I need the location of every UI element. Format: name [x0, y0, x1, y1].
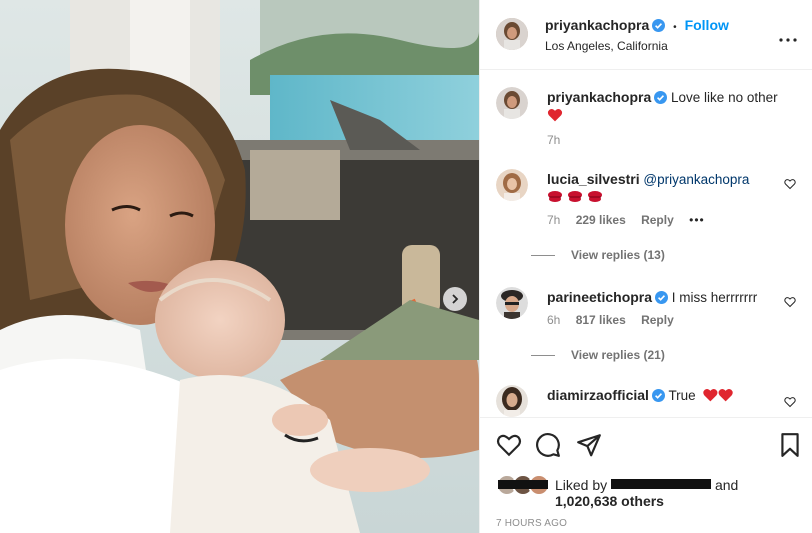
likers-avatars[interactable] [496, 474, 552, 496]
verified-badge-icon [652, 19, 666, 32]
reply-button[interactable]: Reply [641, 313, 674, 327]
avatar-image [496, 169, 528, 201]
next-photo-button[interactable] [443, 287, 467, 311]
commenter-avatar[interactable] [496, 385, 528, 417]
liked-by-text: Liked by and [555, 476, 738, 494]
commenter-username[interactable]: parineetichopra [547, 289, 652, 305]
heart-icon[interactable] [496, 432, 522, 458]
author-username[interactable]: priyankachopra [545, 17, 649, 33]
verified-badge-icon [654, 91, 668, 104]
post-actions: Liked by and 1,020,638 others 7 HOURS AG… [480, 417, 812, 533]
verified-badge-icon [651, 389, 665, 402]
avatar-image [496, 287, 528, 319]
replies-divider [531, 254, 555, 256]
comment-likes[interactable]: 229 likes [576, 213, 626, 227]
like-comment-heart-icon[interactable] [784, 396, 796, 408]
view-replies-label: View replies (21) [571, 348, 665, 362]
replies-divider [531, 354, 555, 356]
comment-time[interactable]: 6h [547, 313, 560, 327]
comment-text: I miss herrrrrrr [671, 290, 758, 305]
share-icon[interactable] [576, 432, 602, 458]
view-replies-button[interactable]: View replies (21) [531, 348, 665, 362]
comment-item: diamirzaofficial True [496, 385, 796, 417]
mention-link[interactable]: @priyankachopra [643, 172, 749, 187]
reply-button[interactable]: Reply [641, 213, 674, 227]
separator-dot: • [673, 22, 677, 33]
post-timestamp[interactable]: 7 HOURS AGO [496, 518, 567, 529]
comment-text: True [668, 388, 696, 403]
avatar-image [496, 385, 528, 417]
post-header: priyankachopra • Follow Los Angeles, Cal… [480, 0, 812, 70]
caption-username[interactable]: priyankachopra [547, 89, 651, 105]
comments-list[interactable]: priyankachopra Love like no other 7h luc… [480, 71, 812, 417]
comment-likes[interactable]: 817 likes [576, 313, 626, 327]
follow-button[interactable]: Follow [685, 17, 729, 33]
caption: priyankachopra Love like no other 7h [496, 87, 796, 147]
liked-by-prefix: Liked by [555, 477, 608, 493]
kiss-mark-emoji-icon [548, 191, 602, 202]
red-heart-emoji-icon [703, 388, 734, 402]
commenter-username[interactable]: lucia_silvestri [547, 171, 640, 187]
verified-badge-icon [655, 291, 669, 304]
comment-item: lucia_silvestri @priyankachopra 7h 229 l… [496, 169, 796, 269]
avatar-image [496, 18, 528, 50]
caption-time[interactable]: 7h [547, 133, 560, 147]
caption-author-avatar[interactable] [496, 87, 528, 119]
post-location[interactable]: Los Angeles, California [545, 39, 668, 53]
view-replies-button[interactable]: View replies (13) [531, 248, 665, 262]
commenter-username[interactable]: diamirzaofficial [547, 387, 649, 403]
comment-icon[interactable] [535, 432, 561, 458]
redacted-username [611, 479, 712, 489]
comment-item: parineetichopra I miss herrrrrrr 6h 817 … [496, 287, 796, 367]
author-avatar[interactable] [496, 18, 528, 50]
post-details-panel: priyankachopra • Follow Los Angeles, Cal… [479, 0, 812, 533]
comment-options-icon[interactable]: ••• [689, 213, 705, 227]
likes-count[interactable]: 1,020,638 others [555, 493, 664, 509]
post-photo[interactable] [0, 0, 479, 533]
avatar-image [496, 87, 528, 119]
like-comment-heart-icon[interactable] [784, 296, 796, 308]
commenter-avatar[interactable] [496, 287, 528, 319]
caption-text: Love like no other [671, 90, 778, 105]
post-image [0, 0, 479, 533]
more-options-icon[interactable] [779, 26, 797, 47]
chevron-right-icon [452, 294, 459, 304]
comment-time[interactable]: 7h [547, 213, 560, 227]
liked-by-suffix: and [714, 477, 739, 493]
commenter-avatar[interactable] [496, 169, 528, 201]
like-comment-heart-icon[interactable] [784, 178, 796, 190]
red-heart-emoji-icon [547, 108, 563, 122]
bookmark-icon[interactable] [777, 432, 803, 458]
kiss-emoji-row [547, 188, 627, 206]
view-replies-label: View replies (13) [571, 248, 665, 262]
